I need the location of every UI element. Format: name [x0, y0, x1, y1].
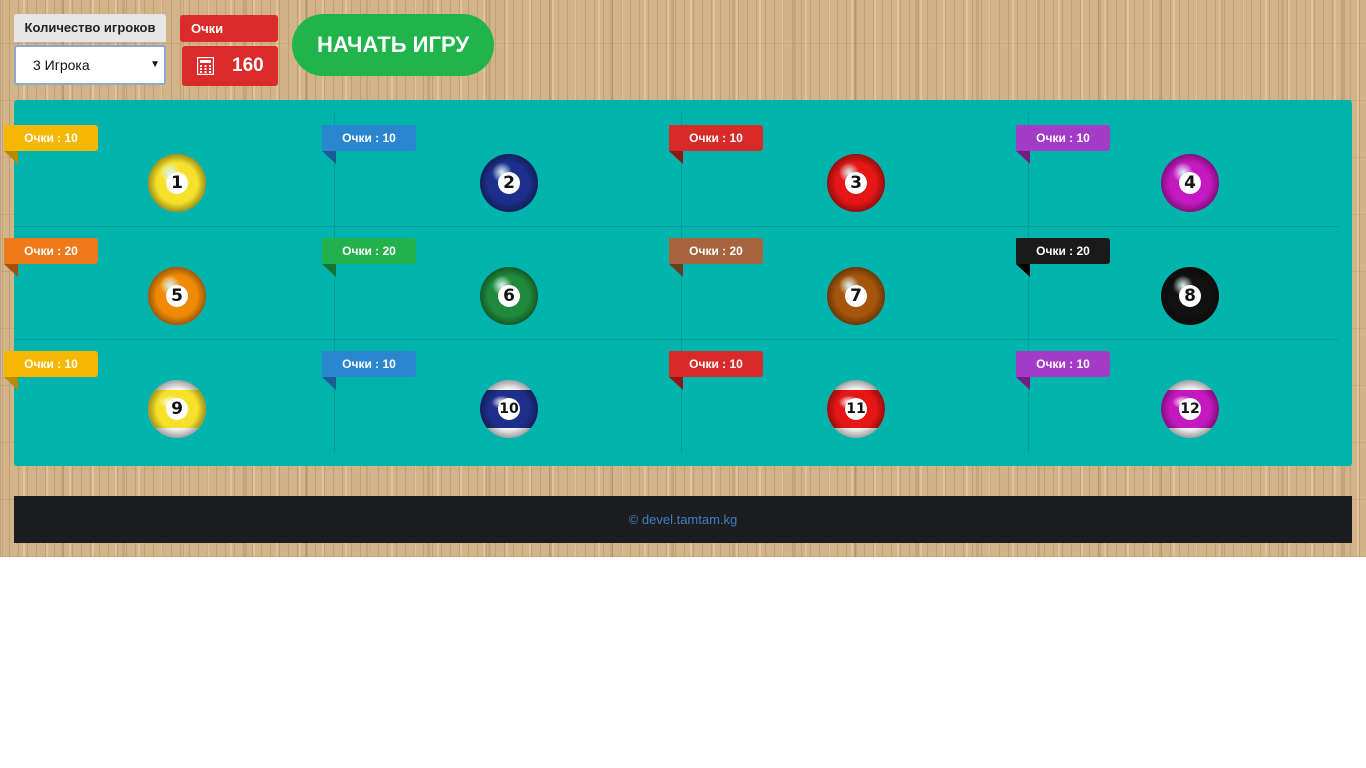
score-display: 160: [182, 46, 278, 86]
ribbon-fold: [322, 264, 336, 277]
ball-number: 9: [171, 399, 183, 419]
ball-number: 4: [1184, 173, 1196, 193]
ball-number: 12: [1180, 401, 1200, 417]
ball-number: 3: [850, 173, 862, 193]
ribbon-fold: [669, 264, 683, 277]
billiard-ball-1[interactable]: 1: [147, 153, 207, 213]
ball-number: 2: [503, 173, 515, 193]
footer-copyright-link[interactable]: © devel.tamtam.kg: [14, 496, 1352, 543]
ribbon-fold: [1016, 151, 1030, 164]
ball-number: 11: [846, 401, 866, 417]
ball-cell-1[interactable]: Очки : 10 1: [4, 125, 304, 225]
billiard-ball-5[interactable]: 5: [147, 266, 207, 326]
ribbon-fold: [669, 151, 683, 164]
points-ribbon: Очки : 10: [322, 125, 416, 151]
points-ribbon: Очки : 20: [4, 238, 98, 264]
ball-cell-3[interactable]: Очки : 10 3: [669, 125, 969, 225]
row-divider: [14, 226, 1338, 227]
ribbon-fold: [4, 264, 18, 277]
ribbon-fold: [1016, 377, 1030, 390]
billiard-ball-9[interactable]: 9: [147, 379, 207, 439]
row-divider: [14, 339, 1338, 340]
billiard-ball-12[interactable]: 12: [1160, 379, 1220, 439]
ball-number: 5: [171, 286, 183, 306]
ribbon-fold: [669, 377, 683, 390]
billiard-ball-11[interactable]: 11: [826, 379, 886, 439]
points-ribbon: Очки : 10: [4, 125, 98, 151]
ball-cell-11[interactable]: Очки : 10 11: [669, 351, 969, 451]
ribbon-fold: [4, 377, 18, 390]
players-count-select[interactable]: 3 Игрока ▼: [14, 45, 166, 85]
billiard-ball-8[interactable]: 8: [1160, 266, 1220, 326]
points-ribbon: Очки : 20: [322, 238, 416, 264]
billiard-ball-6[interactable]: 6: [479, 266, 539, 326]
ball-cell-5[interactable]: Очки : 20 5: [4, 238, 304, 338]
players-count-value: 3 Игрока: [33, 57, 90, 73]
ball-cell-7[interactable]: Очки : 20 7: [669, 238, 969, 338]
start-game-button[interactable]: НАЧАТЬ ИГРУ: [292, 14, 494, 76]
points-ribbon: Очки : 10: [1016, 351, 1110, 377]
ball-cell-12[interactable]: Очки : 10 12: [1016, 351, 1316, 451]
score-label: Очки: [180, 15, 278, 42]
points-ribbon: Очки : 10: [1016, 125, 1110, 151]
ball-cell-6[interactable]: Очки : 20 6: [322, 238, 622, 338]
ball-cell-10[interactable]: Очки : 10 10: [322, 351, 622, 451]
billiard-ball-2[interactable]: 2: [479, 153, 539, 213]
points-ribbon: Очки : 10: [669, 125, 763, 151]
ball-number: 8: [1184, 286, 1196, 306]
points-ribbon: Очки : 20: [1016, 238, 1110, 264]
footer: © devel.tamtam.kg: [14, 496, 1352, 543]
score-value: 160: [232, 55, 264, 76]
players-count-label: Количество игроков: [14, 14, 166, 42]
ball-cell-8[interactable]: Очки : 20 8: [1016, 238, 1316, 338]
ribbon-fold: [322, 377, 336, 390]
points-ribbon: Очки : 10: [4, 351, 98, 377]
points-ribbon: Очки : 10: [322, 351, 416, 377]
ball-number: 7: [850, 286, 862, 306]
ribbon-fold: [1016, 264, 1030, 277]
billiard-ball-7[interactable]: 7: [826, 266, 886, 326]
ribbon-fold: [322, 151, 336, 164]
ball-number: 6: [503, 286, 515, 306]
billiard-ball-4[interactable]: 4: [1160, 153, 1220, 213]
chevron-down-icon: ▼: [150, 59, 160, 70]
points-ribbon: Очки : 20: [669, 238, 763, 264]
ball-number: 1: [171, 173, 183, 193]
ball-cell-4[interactable]: Очки : 10 4: [1016, 125, 1316, 225]
ball-cell-2[interactable]: Очки : 10 2: [322, 125, 622, 225]
ribbon-fold: [4, 151, 18, 164]
billiard-ball-3[interactable]: 3: [826, 153, 886, 213]
ball-cell-9[interactable]: Очки : 10 9: [4, 351, 304, 451]
billiard-ball-10[interactable]: 10: [479, 379, 539, 439]
ball-number: 10: [499, 401, 519, 417]
points-ribbon: Очки : 10: [669, 351, 763, 377]
calculator-icon: [196, 56, 215, 80]
